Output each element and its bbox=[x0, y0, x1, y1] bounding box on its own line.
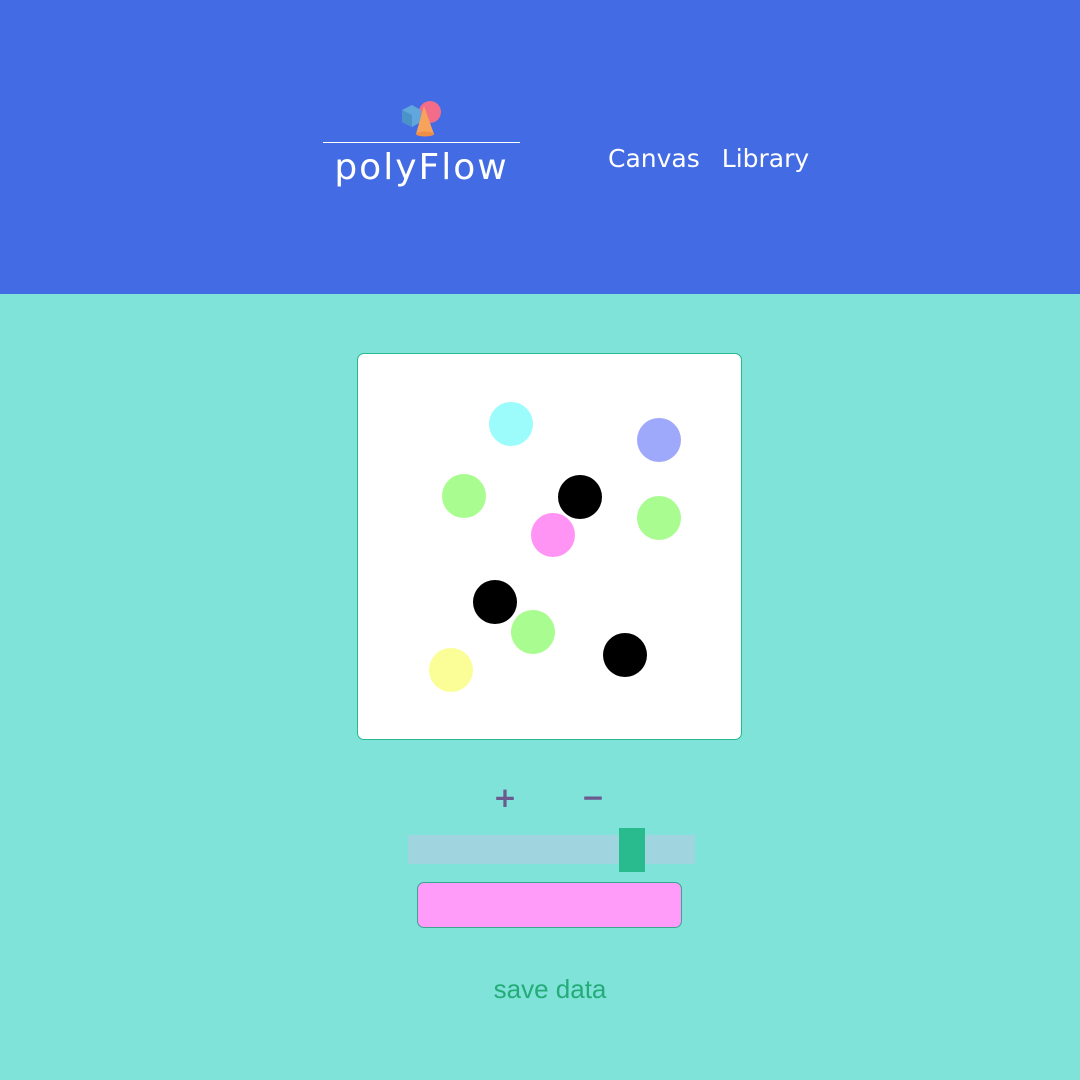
decrease-button[interactable]: − bbox=[575, 779, 611, 815]
canvas-dot[interactable] bbox=[558, 475, 602, 519]
canvas-dot[interactable] bbox=[637, 496, 681, 540]
slider-thumb[interactable] bbox=[619, 828, 645, 872]
canvas-dot[interactable] bbox=[489, 402, 533, 446]
color-swatch-button[interactable] bbox=[417, 882, 682, 928]
increase-button[interactable]: + bbox=[487, 779, 523, 815]
size-slider[interactable] bbox=[408, 828, 695, 872]
nav-canvas[interactable]: Canvas bbox=[608, 142, 700, 176]
header: polyFlow Canvas Library bbox=[0, 0, 1080, 294]
canvas-dot[interactable] bbox=[473, 580, 517, 624]
canvas-dot[interactable] bbox=[442, 474, 486, 518]
nav-library[interactable]: Library bbox=[722, 142, 809, 176]
canvas-dot[interactable] bbox=[429, 648, 473, 692]
logo-divider bbox=[323, 142, 520, 143]
shapes-logo-icon bbox=[402, 101, 441, 137]
canvas-dot[interactable] bbox=[531, 513, 575, 557]
save-data-button[interactable]: save data bbox=[440, 972, 660, 1006]
canvas-dot[interactable] bbox=[603, 633, 647, 677]
canvas-dot[interactable] bbox=[511, 610, 555, 654]
canvas-dot[interactable] bbox=[637, 418, 681, 462]
brand-name: polyFlow bbox=[334, 147, 509, 188]
drawing-canvas[interactable] bbox=[357, 353, 742, 740]
logo[interactable]: polyFlow bbox=[323, 98, 520, 194]
top-nav: Canvas Library bbox=[608, 142, 809, 176]
